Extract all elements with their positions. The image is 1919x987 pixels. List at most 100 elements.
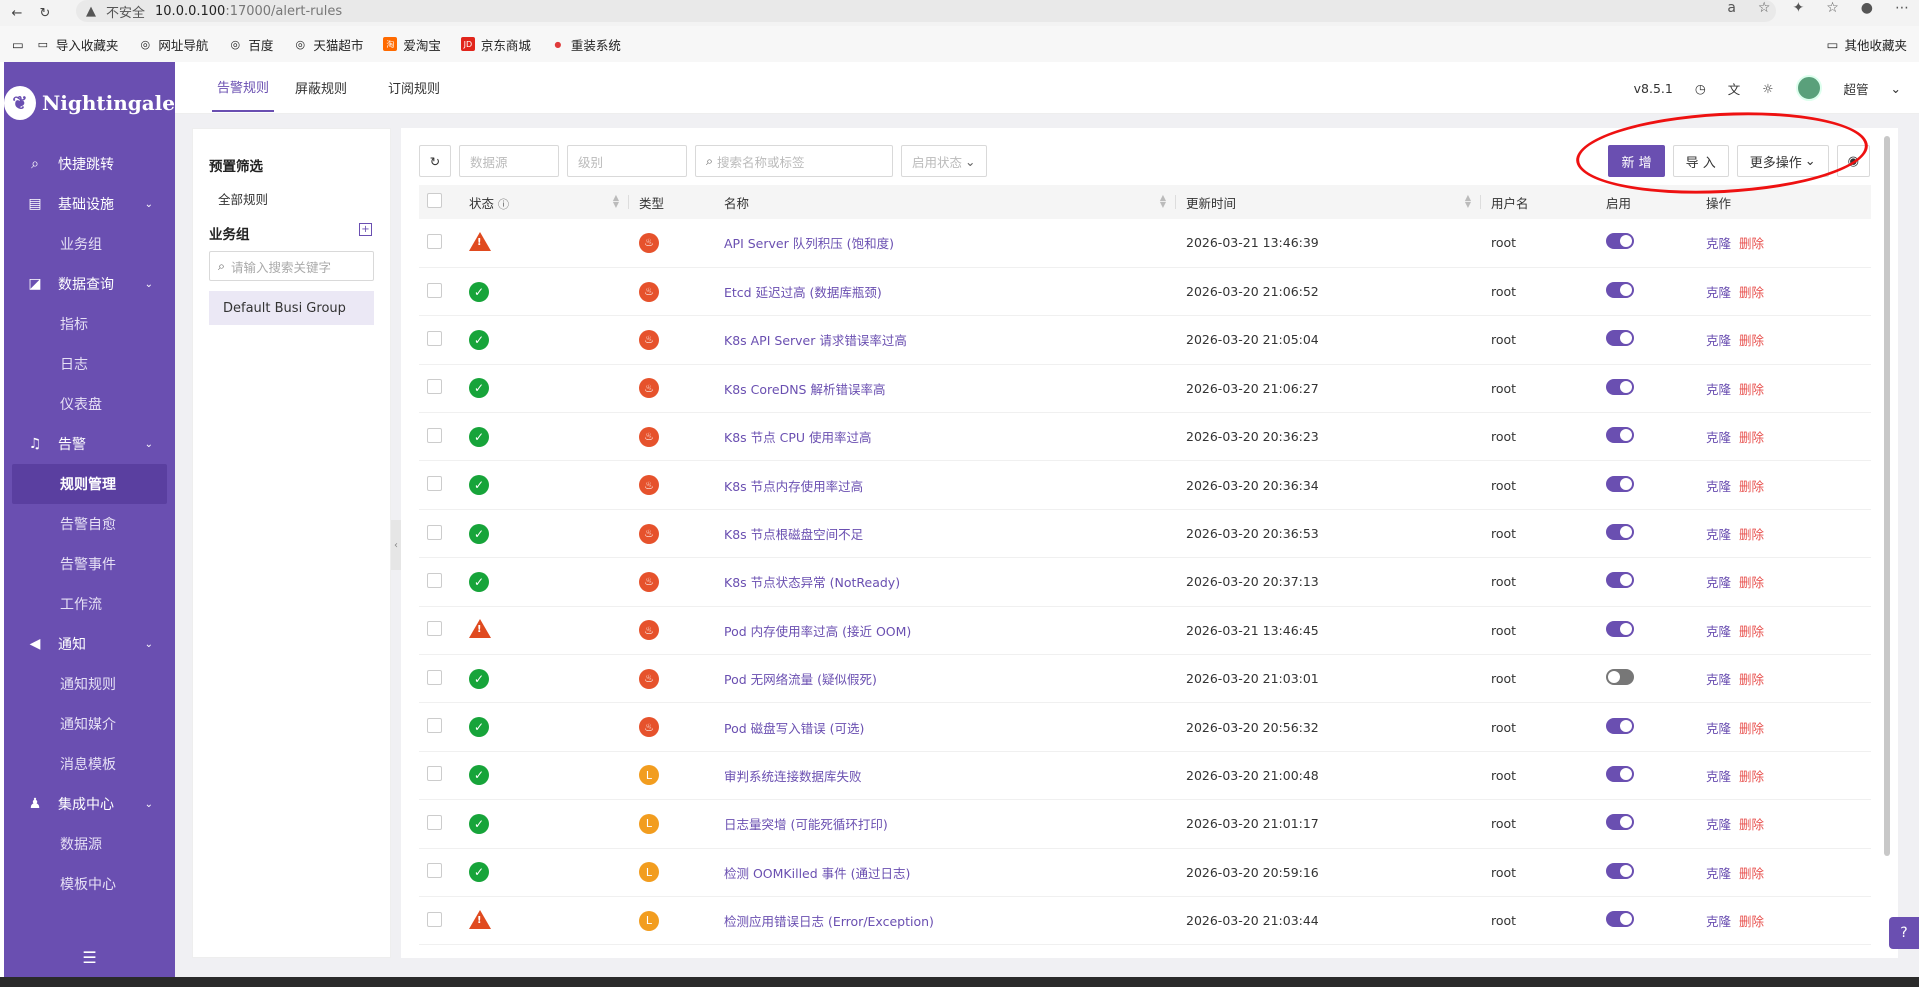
bookmark-item[interactable]: 淘爱淘宝 bbox=[383, 35, 441, 54]
scrollbar[interactable] bbox=[1884, 136, 1890, 856]
sidebar-item-4[interactable]: ◀ 通知 ⌄ bbox=[4, 624, 175, 664]
enable-toggle[interactable] bbox=[1606, 862, 1634, 879]
sidebar-subitem[interactable]: 通知媒介 bbox=[4, 704, 175, 744]
table-row[interactable]: ✓ ♨ Pod 磁盘写入错误 (可选) 2026-03-20 20:56:32 root… bbox=[419, 702, 1871, 752]
rule-name-link[interactable]: K8s 节点 CPU 使用率过高 bbox=[724, 430, 872, 445]
user-name[interactable]: 超管 bbox=[1844, 79, 1869, 98]
more-icon[interactable]: ⋯ bbox=[1895, 0, 1909, 16]
sidebar-subitem[interactable]: 模板中心 bbox=[4, 864, 175, 904]
sidebar-subitem[interactable]: 告警事件 bbox=[4, 544, 175, 584]
back-icon[interactable]: ← bbox=[6, 2, 28, 24]
sidebar-subitem[interactable]: 仪表盘 bbox=[4, 384, 175, 424]
clone-link[interactable]: 克隆 bbox=[1706, 624, 1731, 639]
row-checkbox[interactable] bbox=[427, 427, 442, 443]
version-label[interactable]: v8.5.1 bbox=[1634, 81, 1673, 96]
row-checkbox[interactable] bbox=[427, 572, 442, 588]
enable-toggle[interactable] bbox=[1606, 911, 1634, 928]
row-checkbox[interactable] bbox=[427, 911, 442, 927]
sidebar-subitem[interactable]: 指标 bbox=[4, 304, 175, 344]
enable-toggle[interactable] bbox=[1606, 572, 1634, 589]
row-checkbox[interactable] bbox=[427, 476, 442, 492]
help-icon[interactable]: ? bbox=[1889, 917, 1919, 949]
bookmark-item[interactable]: JD 京东商城 bbox=[460, 35, 531, 54]
profile-icon[interactable]: ● bbox=[1861, 0, 1873, 16]
sidebar-subitem[interactable]: 消息模板 bbox=[4, 744, 175, 784]
delete-link[interactable]: 删除 bbox=[1739, 479, 1764, 494]
enable-toggle[interactable] bbox=[1606, 765, 1634, 782]
row-checkbox[interactable] bbox=[427, 814, 442, 830]
clone-link[interactable]: 克隆 bbox=[1706, 479, 1731, 494]
table-row[interactable]: ✓ ♨ Etcd 延迟过高 (数据库瓶颈) 2026-03-20 21:06:52 ro… bbox=[419, 267, 1871, 317]
delete-link[interactable]: 删除 bbox=[1739, 721, 1764, 736]
clone-link[interactable]: 克隆 bbox=[1706, 236, 1731, 251]
table-row[interactable]: ✓ ♨ K8s 节点 CPU 使用率过高 2026-03-20 20:36:23 roo… bbox=[419, 412, 1871, 462]
sidebar-item-1[interactable]: ▤ 基础设施 ⌄ bbox=[4, 184, 175, 224]
clone-link[interactable]: 克隆 bbox=[1706, 866, 1731, 881]
table-row[interactable]: ✓ ♨ K8s 节点内存使用率过高 2026-03-20 20:36:34 root 克隆… bbox=[419, 460, 1871, 510]
refresh-button[interactable]: ↻ bbox=[419, 145, 451, 177]
bookmark-item[interactable]: ▭ 导入收藏夹 bbox=[36, 35, 119, 54]
row-checkbox[interactable] bbox=[427, 282, 442, 298]
rule-name-link[interactable]: K8s API Server 请求错误率过高 bbox=[724, 333, 907, 348]
table-row[interactable]: ✓ L 日志量突增 (可能死循环打印) 2026-03-20 21:01:17 root… bbox=[419, 799, 1871, 849]
clone-link[interactable]: 克隆 bbox=[1706, 817, 1731, 832]
collapse-panel-icon[interactable]: ‹ bbox=[391, 520, 401, 570]
sidebar-subitem[interactable]: 数据源 bbox=[4, 824, 175, 864]
collapse-sidebar-icon[interactable]: ☰ bbox=[4, 948, 175, 967]
select-all-checkbox[interactable] bbox=[427, 193, 442, 208]
rule-name-link[interactable]: K8s CoreDNS 解析错误率高 bbox=[724, 382, 885, 397]
row-checkbox[interactable] bbox=[427, 524, 442, 540]
row-checkbox[interactable] bbox=[427, 718, 442, 734]
clone-link[interactable]: 克隆 bbox=[1706, 527, 1731, 542]
sidebar-subitem[interactable]: 规则管理 bbox=[12, 464, 167, 504]
rule-name-link[interactable]: 日志量突增 (可能死循环打印) bbox=[724, 817, 888, 832]
col-updated[interactable]: 更新时间 ▲ ▼ bbox=[1176, 185, 1481, 219]
clone-link[interactable]: 克隆 bbox=[1706, 575, 1731, 590]
rule-name-link[interactable]: K8s 节点状态异常 (NotReady) bbox=[724, 575, 900, 590]
sidebar-subitem[interactable]: 告警自愈 bbox=[4, 504, 175, 544]
sidebar-item-0[interactable]: ⌕ 快捷跳转 bbox=[4, 144, 175, 184]
delete-link[interactable]: 删除 bbox=[1739, 285, 1764, 300]
datasource-select[interactable]: 数据源 bbox=[459, 145, 559, 177]
delete-link[interactable]: 删除 bbox=[1739, 575, 1764, 590]
group-search-input[interactable]: ⌕ 请输入搜索关键字 bbox=[209, 251, 374, 281]
translate-icon[interactable]: a bbox=[1727, 0, 1736, 16]
reload-icon[interactable]: ↻ bbox=[34, 2, 56, 24]
level-select[interactable]: 级别 bbox=[567, 145, 687, 177]
tab-alert-rules[interactable]: 告警规则 bbox=[212, 62, 275, 112]
logo[interactable]: ❦ Nightingale bbox=[4, 62, 175, 144]
delete-link[interactable]: 删除 bbox=[1739, 769, 1764, 784]
address-bar[interactable]: ▲ 不安全 10.0.0.100:17000/alert-rules bbox=[76, 0, 1776, 22]
clone-link[interactable]: 克隆 bbox=[1706, 672, 1731, 687]
history-icon[interactable]: ◷ bbox=[1695, 81, 1706, 96]
clone-link[interactable]: 克隆 bbox=[1706, 333, 1731, 348]
theme-icon[interactable]: ☼ bbox=[1762, 81, 1773, 96]
table-row[interactable]: ! L 检测应用错误日志 (Error/Exception) 2026-03-20 2… bbox=[419, 896, 1871, 946]
delete-link[interactable]: 删除 bbox=[1739, 817, 1764, 832]
enable-toggle[interactable] bbox=[1606, 233, 1634, 250]
rule-name-link[interactable]: K8s 节点内存使用率过高 bbox=[724, 479, 863, 494]
sidebar-subitem[interactable]: 通知规则 bbox=[4, 664, 175, 704]
sidebar-item-2[interactable]: ◪ 数据查询 ⌄ bbox=[4, 264, 175, 304]
other-bookmarks[interactable]: ▭ 其他收藏夹 bbox=[1827, 35, 1907, 54]
rule-name-link[interactable]: K8s 节点根磁盘空间不足 bbox=[724, 527, 863, 542]
enable-toggle[interactable] bbox=[1606, 620, 1634, 637]
table-row[interactable]: ✓ ♨ K8s 节点状态异常 (NotReady) 2026-03-20 20:37:… bbox=[419, 557, 1871, 607]
table-row[interactable]: ✓ ♨ K8s API Server 请求错误率过高 2026-03-20 21:05… bbox=[419, 315, 1871, 365]
enable-toggle[interactable] bbox=[1606, 717, 1634, 734]
bookmark-item[interactable]: ◎ 百度 bbox=[228, 35, 274, 54]
extensions-icon[interactable]: ✦ bbox=[1792, 0, 1804, 16]
clone-link[interactable]: 克隆 bbox=[1706, 914, 1731, 929]
delete-link[interactable]: 删除 bbox=[1739, 672, 1764, 687]
delete-link[interactable]: 删除 bbox=[1739, 527, 1764, 542]
delete-link[interactable]: 删除 bbox=[1739, 430, 1764, 445]
row-checkbox[interactable] bbox=[427, 233, 442, 249]
enable-toggle[interactable] bbox=[1606, 378, 1634, 395]
tab-actions-icon[interactable]: ▭ bbox=[12, 37, 24, 52]
language-icon[interactable]: 文 bbox=[1728, 79, 1741, 98]
bookmark-item[interactable]: ◎ 网址导航 bbox=[138, 35, 209, 54]
rule-name-link[interactable]: Etcd 延迟过高 (数据库瓶颈) bbox=[724, 285, 882, 300]
delete-link[interactable]: 删除 bbox=[1739, 914, 1764, 929]
bookmark-item[interactable]: ◎ 天猫超市 bbox=[293, 35, 364, 54]
delete-link[interactable]: 删除 bbox=[1739, 382, 1764, 397]
